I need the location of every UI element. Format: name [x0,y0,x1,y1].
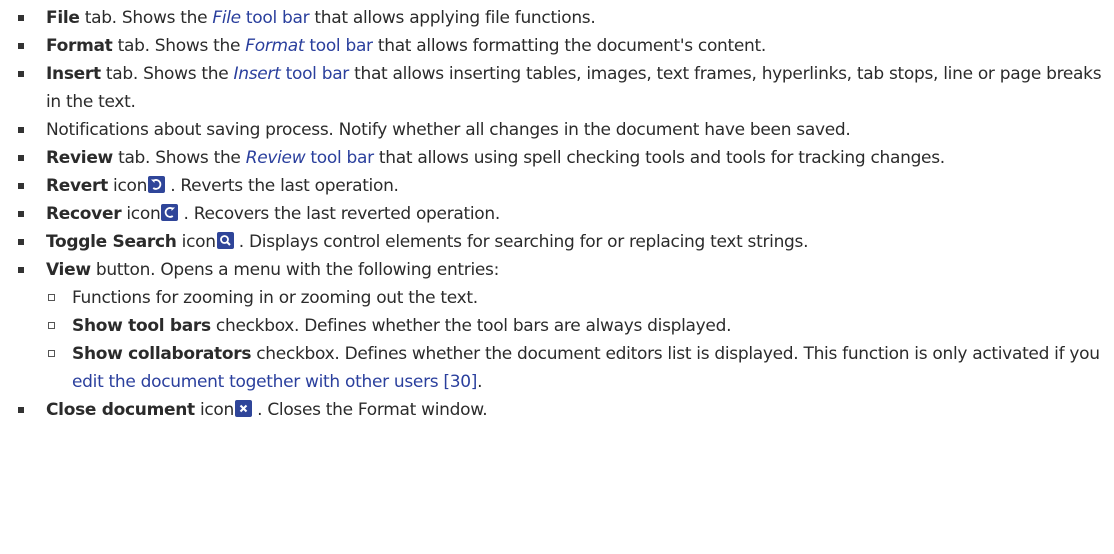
list-item-file: File tab. Shows the File tool bar that a… [16,4,1104,32]
term-recover: Recover [46,204,122,224]
close-icon [235,400,253,417]
list-item-recover: Recover icon . Recovers the last reverte… [16,200,1104,228]
term-show-collaborators: Show collaborators [72,344,252,364]
term-toggle-search: Toggle Search [46,232,177,252]
format-toolbar-link[interactable]: Format tool bar [245,36,373,56]
term-file: File [46,8,80,28]
revert-icon [148,176,166,193]
collaboration-link[interactable]: edit the document together with other us… [72,372,477,392]
list-item-notifications: Notifications about saving process. Noti… [16,116,1104,144]
list-item-view: View button. Opens a menu with the follo… [16,256,1104,396]
file-toolbar-link[interactable]: File tool bar [212,8,309,28]
search-icon [216,232,234,249]
term-insert: Insert [46,64,101,84]
term-format: Format [46,36,113,56]
review-toolbar-link[interactable]: Review tool bar [246,148,374,168]
sub-item-zoom: Functions for zooming in or zooming out … [46,284,1104,312]
term-revert: Revert [46,176,108,196]
term-view: View [46,260,91,280]
list-item-toggle-search: Toggle Search icon . Displays control el… [16,228,1104,256]
toolbar-description-list: File tab. Shows the File tool bar that a… [16,4,1104,424]
list-item-insert: Insert tab. Shows the Insert tool bar th… [16,60,1104,116]
recover-icon [161,204,179,221]
term-review: Review [46,148,113,168]
insert-toolbar-link[interactable]: Insert tool bar [234,64,350,84]
term-show-tool-bars: Show tool bars [72,316,211,336]
sub-item-show-tool-bars: Show tool bars checkbox. Defines whether… [46,312,1104,340]
list-item-revert: Revert icon . Reverts the last operation… [16,172,1104,200]
list-item-review: Review tab. Shows the Review tool bar th… [16,144,1104,172]
sub-item-show-collaborators: Show collaborators checkbox. Defines whe… [46,340,1104,396]
document-page: File tab. Shows the File tool bar that a… [0,0,1114,554]
term-close-document: Close document [46,400,195,420]
list-item-close-document: Close document icon . Closes the Format … [16,396,1104,424]
view-menu-entries: Functions for zooming in or zooming out … [46,284,1104,396]
list-item-format: Format tab. Shows the Format tool bar th… [16,32,1104,60]
